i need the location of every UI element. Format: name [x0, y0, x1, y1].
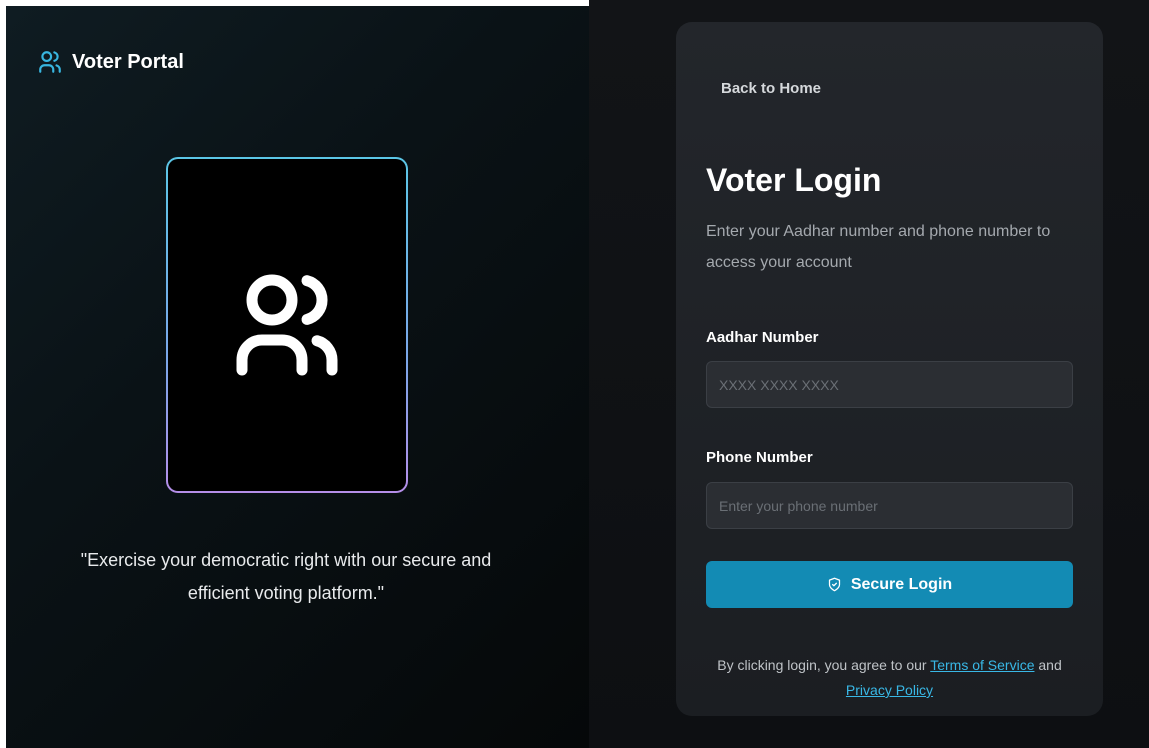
brand[interactable]: Voter Portal	[37, 49, 184, 75]
hero-quote: "Exercise your democratic right with our…	[80, 550, 492, 603]
terms-prefix: By clicking login, you agree to our	[717, 657, 927, 673]
privacy-policy-link[interactable]: Privacy Policy	[846, 682, 933, 698]
users-icon	[39, 51, 61, 73]
phone-input[interactable]	[706, 482, 1073, 529]
hero-image	[168, 159, 406, 491]
back-to-home-link[interactable]: Back to Home	[721, 80, 821, 97]
page-title: Voter Login	[706, 162, 882, 198]
left-panel: Voter Portal "Exercise your democratic r…	[6, 6, 589, 748]
phone-label: Phone Number	[706, 449, 813, 466]
page-subtitle: Enter your Aadhar number and phone numbe…	[706, 223, 1051, 271]
terms-of-service-link[interactable]: Terms of Service	[930, 657, 1034, 673]
aadhar-input[interactable]	[706, 361, 1073, 408]
secure-login-button[interactable]: Secure Login	[706, 561, 1073, 608]
hero-image-frame	[166, 157, 408, 493]
login-card: Back to Home Voter Login Enter your Aadh…	[676, 22, 1103, 716]
terms-and: and	[1038, 657, 1062, 673]
brand-name: Voter Portal	[72, 50, 184, 73]
secure-login-label: Secure Login	[850, 575, 953, 593]
users-icon	[236, 274, 338, 376]
aadhar-label: Aadhar Number	[706, 329, 819, 346]
shield-check-icon	[828, 577, 840, 592]
terms-notice: By clicking login, you agree to our Term…	[716, 653, 1063, 703]
